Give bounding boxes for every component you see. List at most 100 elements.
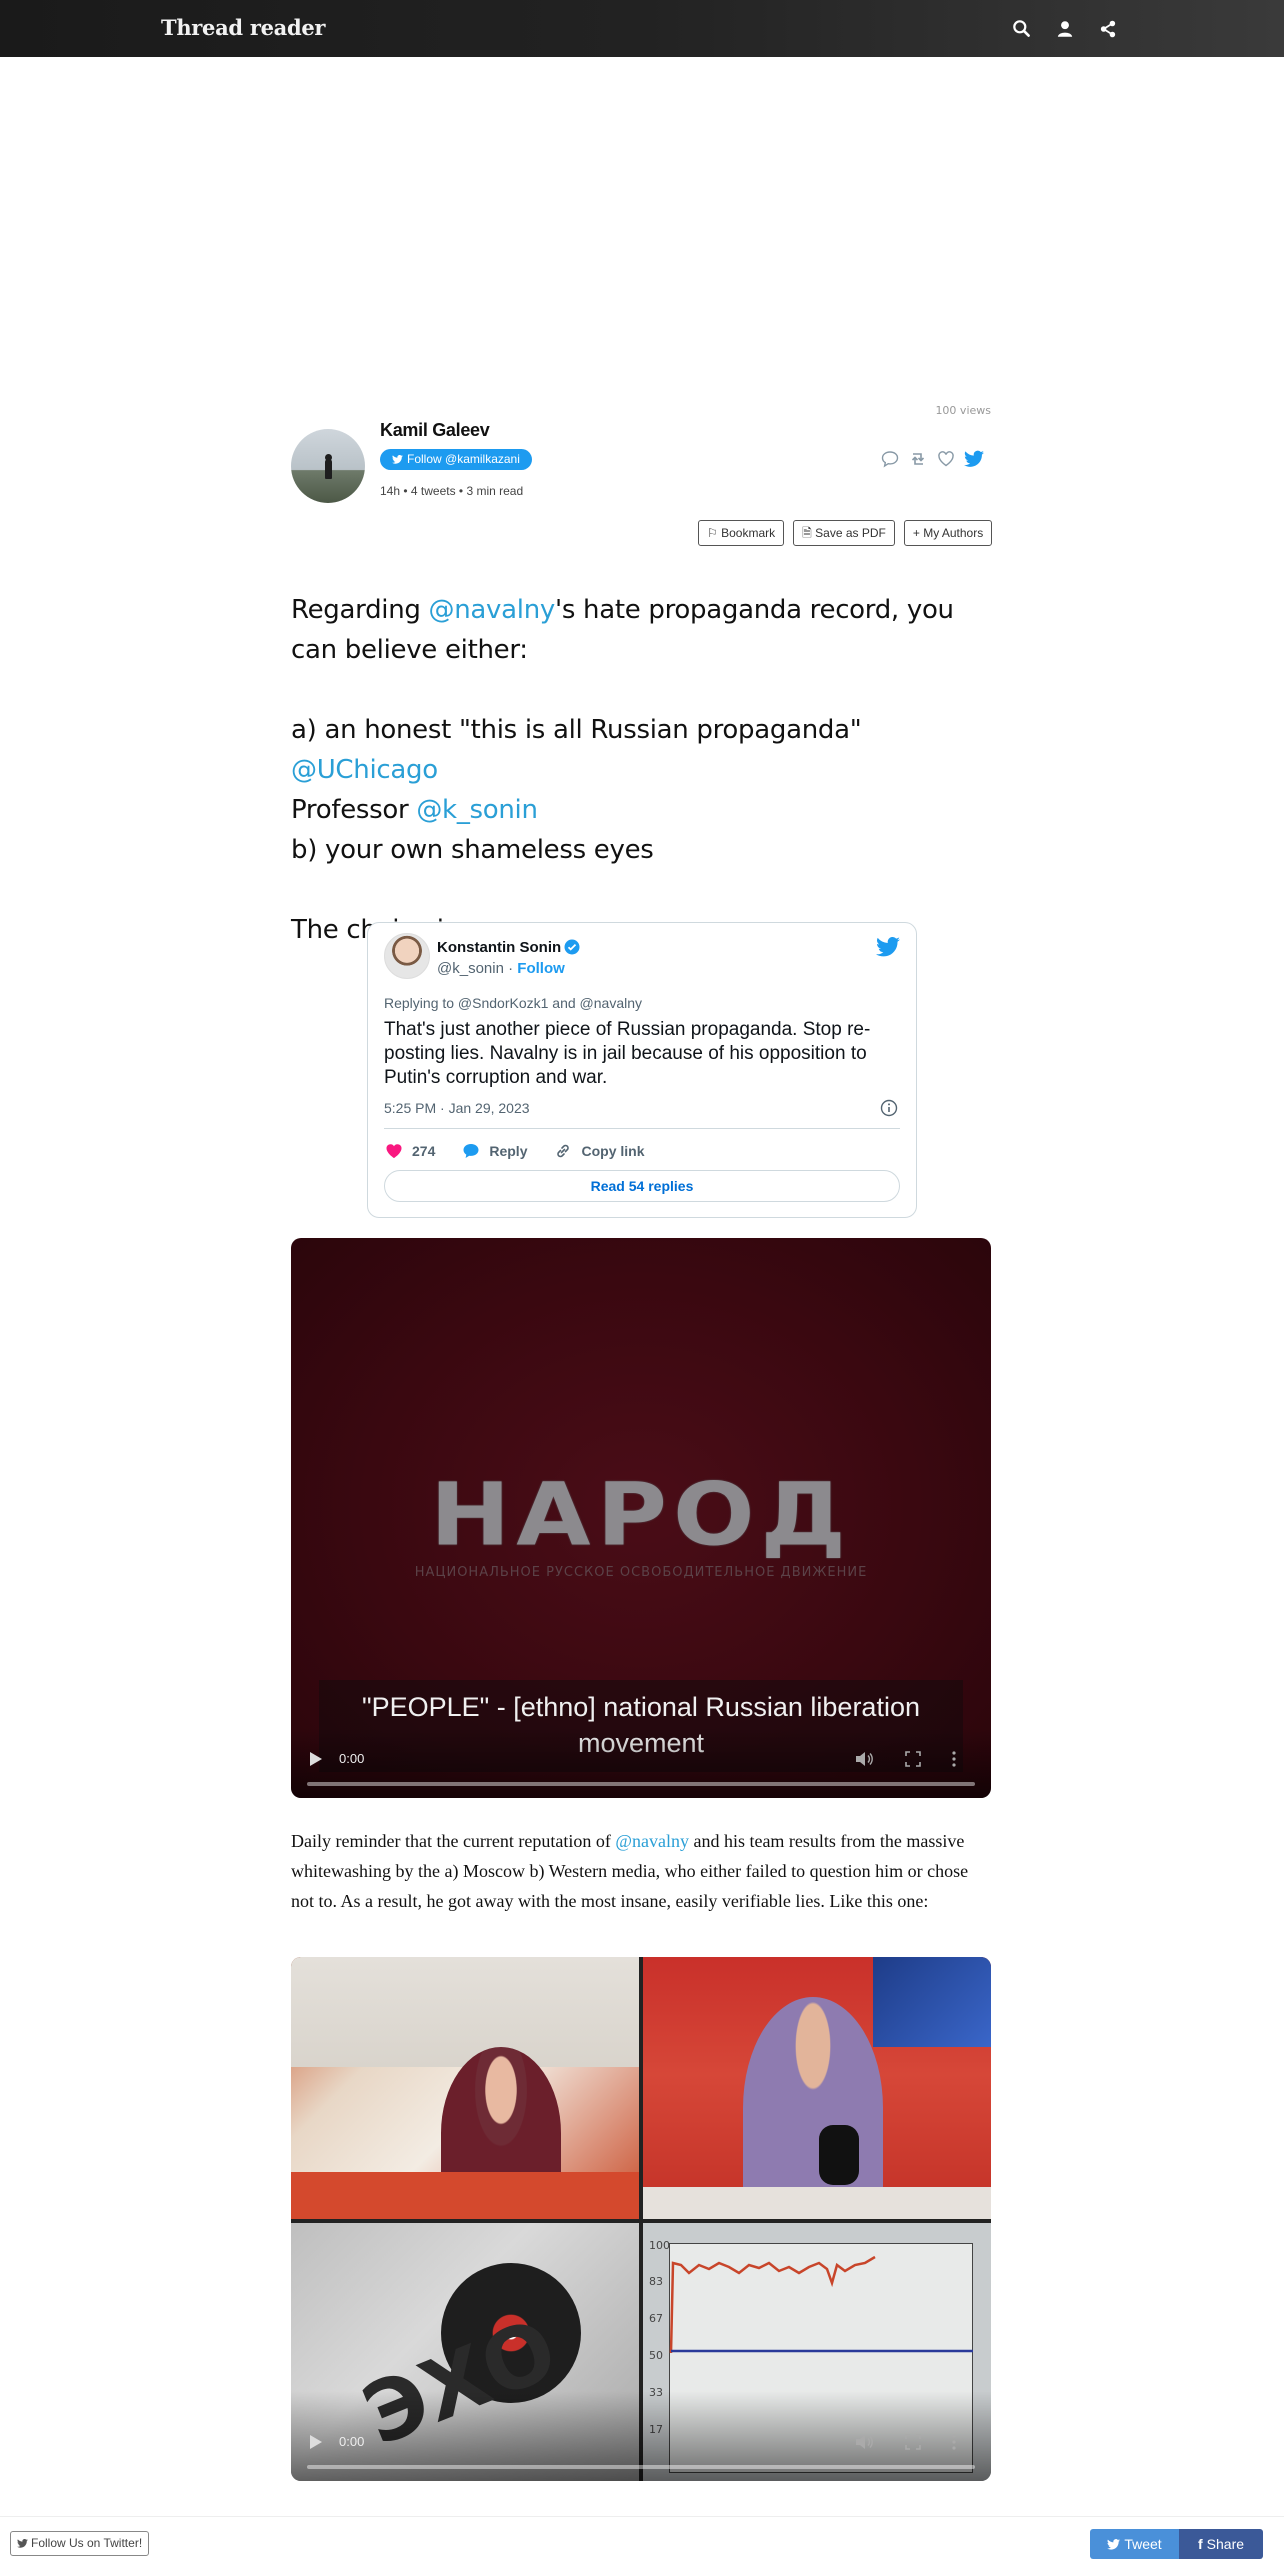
video-frame-man [643, 1957, 991, 2219]
tweet-text-segment: Daily reminder that the current reputati… [291, 1831, 616, 1851]
embedded-author-name[interactable]: Konstantin Sonin [437, 939, 580, 956]
follow-us-button[interactable]: Follow Us on Twitter! [10, 2531, 150, 2556]
video-controls: 0:00 [291, 2391, 991, 2481]
replying-to: Replying to @SndorKozk1 and @navalny [384, 995, 643, 1011]
bookmark-button[interactable]: ⚐ Bookmark [698, 520, 785, 546]
volume-icon[interactable] [855, 2434, 873, 2450]
twitter-bird-icon [1107, 2539, 1121, 2550]
reply-label: Reply [489, 1143, 528, 1159]
save-pdf-label: Save as PDF [815, 526, 886, 540]
thread-tool-buttons: ⚐ Bookmark 🗎 Save as PDF + My Authors [698, 520, 993, 546]
tweet-text-segment: a) an honest "this is all Russian propag… [291, 715, 862, 745]
volume-icon[interactable] [855, 1751, 873, 1767]
facebook-icon: f [1197, 2536, 1203, 2552]
embedded-follow-link[interactable]: Follow [517, 960, 565, 977]
follow-us-label: Follow Us on Twitter! [31, 2536, 143, 2550]
video-player-2[interactable]: ЭХО 100 83 67 50 33 17 0:00 [291, 1957, 991, 2481]
read-replies-button[interactable]: Read 54 replies [384, 1170, 900, 1202]
follow-author-button[interactable]: Follow @kamilkazani [380, 449, 532, 470]
video-title-subtext: НАЦИОНАЛЬНОЕ РУССКОЕ ОСВОБОДИТЕЛЬНОЕ ДВИ… [414, 1565, 868, 1580]
tweet-label: Tweet [1124, 2536, 1162, 2552]
tweet-1-text: Regarding @navalny's hate propaganda rec… [291, 590, 991, 950]
twitter-bird-icon [17, 2539, 28, 2548]
embedded-handle: @k_sonin · Follow [437, 960, 565, 977]
mention-link-uchicago[interactable]: @UChicago [291, 755, 438, 785]
handle-separator: · [503, 960, 518, 977]
tweet-text-segment: Professor [291, 795, 417, 825]
like-count-button[interactable]: 274 [384, 1141, 435, 1161]
more-options-icon[interactable] [951, 1750, 957, 1768]
video-time: 0:00 [339, 2434, 365, 2449]
video-progress-bar[interactable] [307, 1782, 975, 1786]
reply-bubble-icon [463, 1144, 479, 1158]
mention-link-k-sonin[interactable]: @k_sonin [416, 795, 538, 825]
twitter-bird-icon [392, 455, 403, 464]
video-player-1[interactable]: НАРОД НАЦИОНАЛЬНОЕ РУССКОЕ ОСВОБОДИТЕЛЬН… [291, 1238, 991, 1798]
embedded-name-text: Konstantin Sonin [437, 939, 562, 956]
video-frame-woman [291, 1957, 639, 2219]
embedded-timestamp[interactable]: 5:25 PM · Jan 29, 2023 [384, 1100, 530, 1116]
play-icon[interactable] [310, 2435, 322, 2449]
like-icon[interactable] [936, 449, 956, 469]
reply-button[interactable]: Reply [461, 1141, 527, 1161]
facebook-share-button[interactable]: f Share [1179, 2529, 1263, 2559]
verified-badge-icon [564, 939, 580, 955]
share-icon[interactable] [1097, 18, 1119, 40]
twitter-bird-icon[interactable] [876, 937, 900, 957]
fullscreen-icon[interactable] [905, 2434, 921, 2450]
search-icon[interactable] [1011, 18, 1033, 40]
video-progress-bar[interactable] [307, 2465, 975, 2469]
embedded-avatar[interactable] [384, 933, 430, 979]
plus-icon: + [912, 526, 920, 540]
author-avatar[interactable] [291, 429, 365, 503]
pdf-icon: 🗎 [802, 526, 812, 540]
brand-thread-text: Thread [161, 15, 243, 40]
tweet-share-button[interactable]: Tweet [1090, 2529, 1179, 2559]
chart-tick: 50 [649, 2349, 663, 2362]
embedded-stats: 274 Reply Copy link [384, 1141, 671, 1161]
embedded-tweet-text: That's just another piece of Russian pro… [384, 1019, 871, 1088]
footer-divider [0, 2516, 1284, 2517]
tweet-actions [880, 449, 984, 471]
fullscreen-icon[interactable] [905, 1751, 921, 1767]
twitter-bird-icon[interactable] [964, 449, 984, 469]
author-name[interactable]: Kamil Galeev [380, 420, 490, 441]
share-buttons: Tweet f Share [1090, 2529, 1263, 2559]
chart-tick: 83 [649, 2275, 663, 2288]
my-authors-button[interactable]: + My Authors [903, 520, 993, 546]
tweet-text-segment: b) your own shameless eyes [291, 835, 654, 865]
divider [384, 1128, 900, 1129]
link-icon [557, 1144, 570, 1158]
chart-tick: 67 [649, 2312, 663, 2325]
embedded-tweet[interactable]: Konstantin Sonin @k_sonin · Follow Reply… [367, 922, 917, 1218]
info-icon[interactable] [880, 1099, 898, 1117]
video-time: 0:00 [339, 1751, 365, 1766]
bookmark-icon: ⚐ [707, 526, 718, 540]
brand-logo[interactable]: Thread reader [161, 15, 325, 40]
copy-link-label: Copy link [581, 1143, 645, 1159]
tweet-2-text: Daily reminder that the current reputati… [291, 1826, 991, 1916]
chart-tick: 100 [649, 2239, 670, 2252]
handle-text: @k_sonin [437, 960, 504, 977]
save-pdf-button[interactable]: 🗎 Save as PDF [793, 520, 895, 546]
like-count: 274 [412, 1143, 436, 1159]
my-authors-label: My Authors [923, 526, 984, 540]
heart-icon [386, 1144, 402, 1158]
more-options-icon[interactable] [951, 2433, 957, 2451]
mention-link-navalny[interactable]: @navalny [615, 1831, 689, 1851]
tweet-text-segment: Regarding [291, 595, 429, 625]
share-label: Share [1206, 2536, 1245, 2552]
reply-icon[interactable] [880, 449, 900, 469]
user-icon[interactable] [1054, 18, 1076, 40]
copy-link-button[interactable]: Copy link [553, 1141, 645, 1161]
top-navbar: Thread reader [0, 0, 1284, 57]
views-count: 100 views [935, 404, 991, 417]
brand-reader-text: reader [249, 15, 326, 40]
mention-link-navalny[interactable]: @navalny [429, 595, 556, 625]
retweet-icon[interactable] [908, 449, 928, 469]
video-controls: 0:00 [291, 1728, 991, 1798]
follow-label: Follow @kamilkazani [407, 452, 520, 466]
play-icon[interactable] [310, 1752, 322, 1766]
thread-meta: 14h • 4 tweets • 3 min read [380, 484, 524, 498]
video-title-graphic: НАРОД [429, 1464, 853, 1566]
